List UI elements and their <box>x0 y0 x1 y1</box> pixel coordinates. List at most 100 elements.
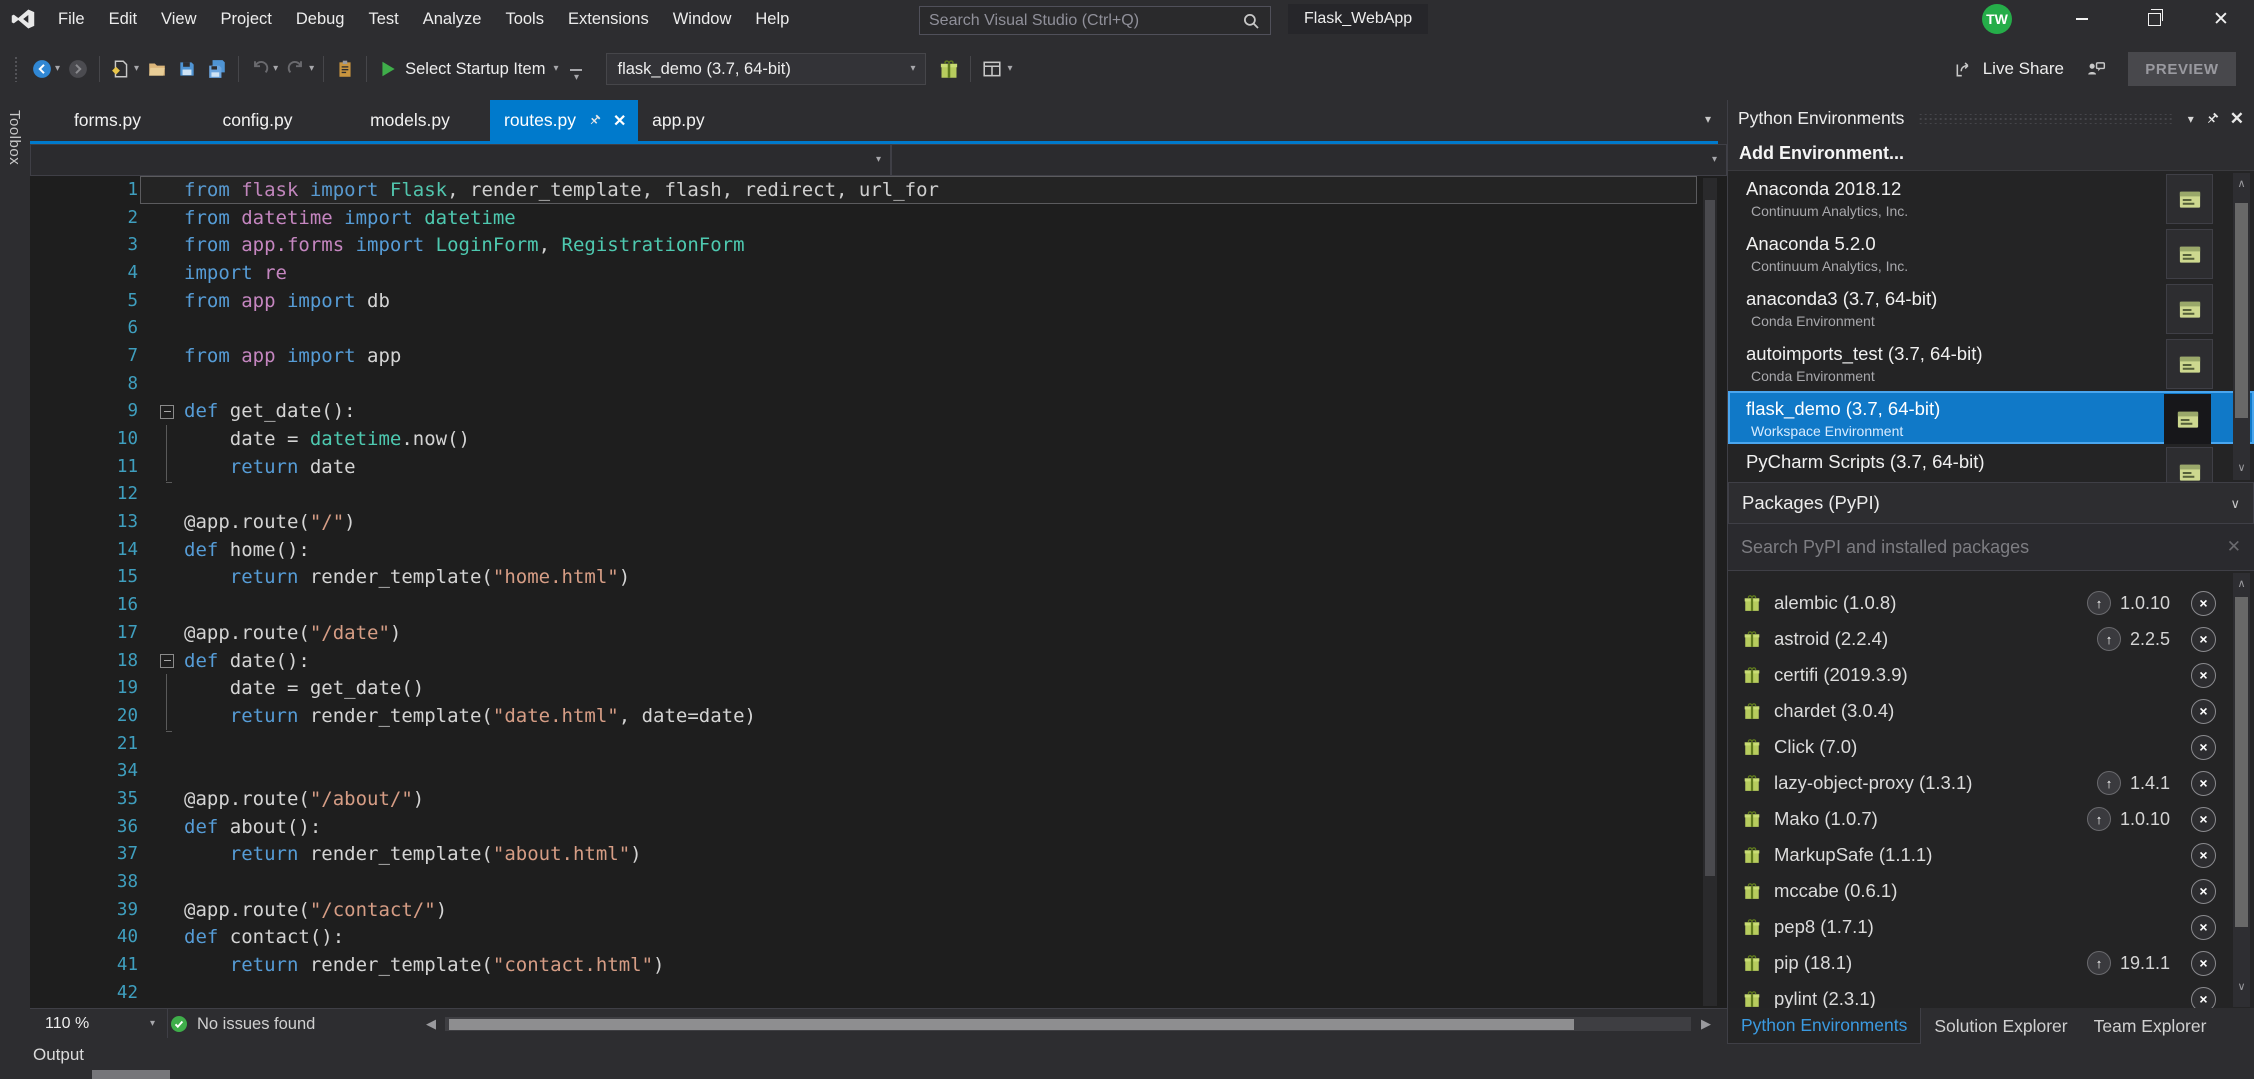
uninstall-icon[interactable]: × <box>2191 915 2216 940</box>
window-layout-button[interactable] <box>977 54 1007 84</box>
redo-button[interactable] <box>281 54 311 84</box>
save-all-button[interactable] <box>202 54 232 84</box>
code-line[interactable]: 18def date(): <box>30 647 1727 675</box>
package-row[interactable]: astroid (2.2.4)↑2.2.5× <box>1728 621 2254 657</box>
panel-tab-team-explorer[interactable]: Team Explorer <box>2081 1008 2220 1044</box>
code-line[interactable]: 39@app.route("/contact/") <box>30 896 1727 924</box>
add-environment-link[interactable]: Add Environment... <box>1728 137 2254 170</box>
menu-project[interactable]: Project <box>209 0 284 38</box>
python-packages-button[interactable] <box>934 54 964 84</box>
code-line[interactable]: 35@app.route("/about/") <box>30 785 1727 813</box>
menu-window[interactable]: Window <box>661 0 744 38</box>
update-arrow-icon[interactable]: ↑ <box>2097 627 2121 651</box>
tab-app-py[interactable]: app.py <box>638 100 718 141</box>
interactive-window-button[interactable] <box>2166 229 2213 279</box>
restore-button[interactable] <box>2131 0 2177 38</box>
package-row[interactable]: pep8 (1.7.1)× <box>1728 909 2254 945</box>
update-arrow-icon[interactable]: ↑ <box>2087 807 2111 831</box>
code-line[interactable]: 3from app.forms import LoginForm, Regist… <box>30 231 1727 259</box>
uninstall-icon[interactable]: × <box>2191 735 2216 760</box>
code-line[interactable]: 2from datetime import datetime <box>30 204 1727 232</box>
uninstall-icon[interactable]: × <box>2191 663 2216 688</box>
search-input[interactable]: Search Visual Studio (Ctrl+Q) <box>919 6 1271 35</box>
undo-button[interactable] <box>245 54 275 84</box>
package-row[interactable]: Click (7.0)× <box>1728 729 2254 765</box>
panel-tab-python-environments[interactable]: Python Environments <box>1727 1008 1921 1044</box>
scroll-right-arrow[interactable]: ▶ <box>1701 1016 1711 1032</box>
update-arrow-icon[interactable]: ↑ <box>2087 591 2111 615</box>
code-line[interactable]: 10 date = datetime.now() <box>30 425 1727 453</box>
environment-item[interactable]: PyCharm Scripts (3.7, 64-bit) <box>1728 444 2254 482</box>
panel-dropdown[interactable]: ▾ <box>2188 112 2194 126</box>
environment-item[interactable]: Anaconda 2018.12Continuum Analytics, Inc… <box>1728 171 2254 226</box>
code-line[interactable]: 9def get_date(): <box>30 398 1727 426</box>
tab-models-py[interactable]: models.py <box>330 100 490 141</box>
close-icon[interactable]: ✕ <box>2230 109 2244 129</box>
uninstall-icon[interactable]: × <box>2191 807 2216 832</box>
scroll-down-icon[interactable]: ∨ <box>2233 461 2250 474</box>
close-icon[interactable]: ✕ <box>613 111 626 131</box>
environment-item[interactable]: flask_demo (3.7, 64-bit)Workspace Enviro… <box>1728 391 2254 444</box>
panel-tab-solution-explorer[interactable]: Solution Explorer <box>1921 1008 2080 1044</box>
toolbar-grip[interactable] <box>14 56 19 82</box>
tab-well-dropdown[interactable]: ▾ <box>1705 112 1711 126</box>
scroll-up-icon[interactable]: ∧ <box>2233 177 2250 190</box>
uninstall-icon[interactable]: × <box>2191 987 2216 1010</box>
scrollbar-thumb[interactable] <box>2235 597 2248 927</box>
code-line[interactable]: 20 return render_template("date.html", d… <box>30 702 1727 730</box>
forward-button[interactable] <box>63 54 93 84</box>
code-line[interactable]: 6 <box>30 314 1727 342</box>
update-arrow-icon[interactable]: ↑ <box>2087 951 2111 975</box>
open-folder-button[interactable] <box>142 54 172 84</box>
interactive-window-button[interactable] <box>2166 339 2213 389</box>
editor-horizontal-scrollbar[interactable] <box>445 1017 1691 1031</box>
menu-file[interactable]: File <box>46 0 97 38</box>
user-avatar[interactable]: TW <box>1982 4 2012 34</box>
fold-collapse-icon[interactable] <box>156 647 184 675</box>
update-arrow-icon[interactable]: ↑ <box>2097 771 2121 795</box>
menu-tools[interactable]: Tools <box>493 0 556 38</box>
member-dropdown[interactable]: ▾ <box>891 144 1727 176</box>
code-line[interactable]: 37 return render_template("about.html") <box>30 841 1727 869</box>
uninstall-icon[interactable]: × <box>2191 879 2216 904</box>
scrollbar-thumb[interactable] <box>1705 200 1715 876</box>
environment-item[interactable]: anaconda3 (3.7, 64-bit)Conda Environment <box>1728 281 2254 336</box>
package-row[interactable]: lazy-object-proxy (1.3.1)↑1.4.1× <box>1728 765 2254 801</box>
environment-combo[interactable]: flask_demo (3.7, 64-bit) ▾ <box>606 53 926 85</box>
uninstall-icon[interactable]: × <box>2191 771 2216 796</box>
package-update[interactable]: ↑2.2.5 <box>2097 627 2170 651</box>
toolbar-overflow-button[interactable]: ▾ <box>570 69 582 83</box>
feedback-icon[interactable] <box>2086 59 2106 79</box>
code-line[interactable]: 19 date = get_date() <box>30 674 1727 702</box>
clipboard-button[interactable] <box>330 54 360 84</box>
packages-scrollbar[interactable]: ∧ ∨ <box>2233 573 2250 1007</box>
save-button[interactable] <box>172 54 202 84</box>
scrollbar-thumb[interactable] <box>449 1019 1574 1030</box>
code-line[interactable]: 1from flask import Flask, render_templat… <box>30 176 1727 204</box>
menu-test[interactable]: Test <box>356 0 410 38</box>
uninstall-icon[interactable]: × <box>2191 699 2216 724</box>
environment-item[interactable]: autoimports_test (3.7, 64-bit)Conda Envi… <box>1728 336 2254 391</box>
package-row[interactable]: Mako (1.0.7)↑1.0.10× <box>1728 801 2254 837</box>
new-item-button[interactable] <box>106 54 136 84</box>
code-line[interactable]: 21 <box>30 730 1727 758</box>
chevron-down-icon[interactable]: ▾ <box>134 64 139 74</box>
package-row[interactable]: MarkupSafe (1.1.1)× <box>1728 837 2254 873</box>
uninstall-icon[interactable]: × <box>2191 591 2216 616</box>
code-line[interactable]: 5from app import db <box>30 287 1727 315</box>
clear-search-icon[interactable]: ✕ <box>2227 537 2241 557</box>
code-line[interactable]: 38 <box>30 868 1727 896</box>
close-button[interactable]: ✕ <box>2198 0 2244 38</box>
code-line[interactable]: 4import re <box>30 259 1727 287</box>
code-editor[interactable]: 1from flask import Flask, render_templat… <box>30 176 1727 1008</box>
package-update[interactable]: ↑1.0.10 <box>2087 807 2170 831</box>
chevron-down-icon[interactable]: ▾ <box>55 64 60 74</box>
menu-extensions[interactable]: Extensions <box>556 0 661 38</box>
chevron-down-icon[interactable]: ▾ <box>273 64 278 74</box>
uninstall-icon[interactable]: × <box>2191 627 2216 652</box>
package-row[interactable]: certifi (2019.3.9)× <box>1728 657 2254 693</box>
code-line[interactable]: 12 <box>30 481 1727 509</box>
environments-scrollbar[interactable]: ∧ ∨ <box>2233 173 2250 480</box>
menu-view[interactable]: View <box>149 0 208 38</box>
code-line[interactable]: 16 <box>30 591 1727 619</box>
